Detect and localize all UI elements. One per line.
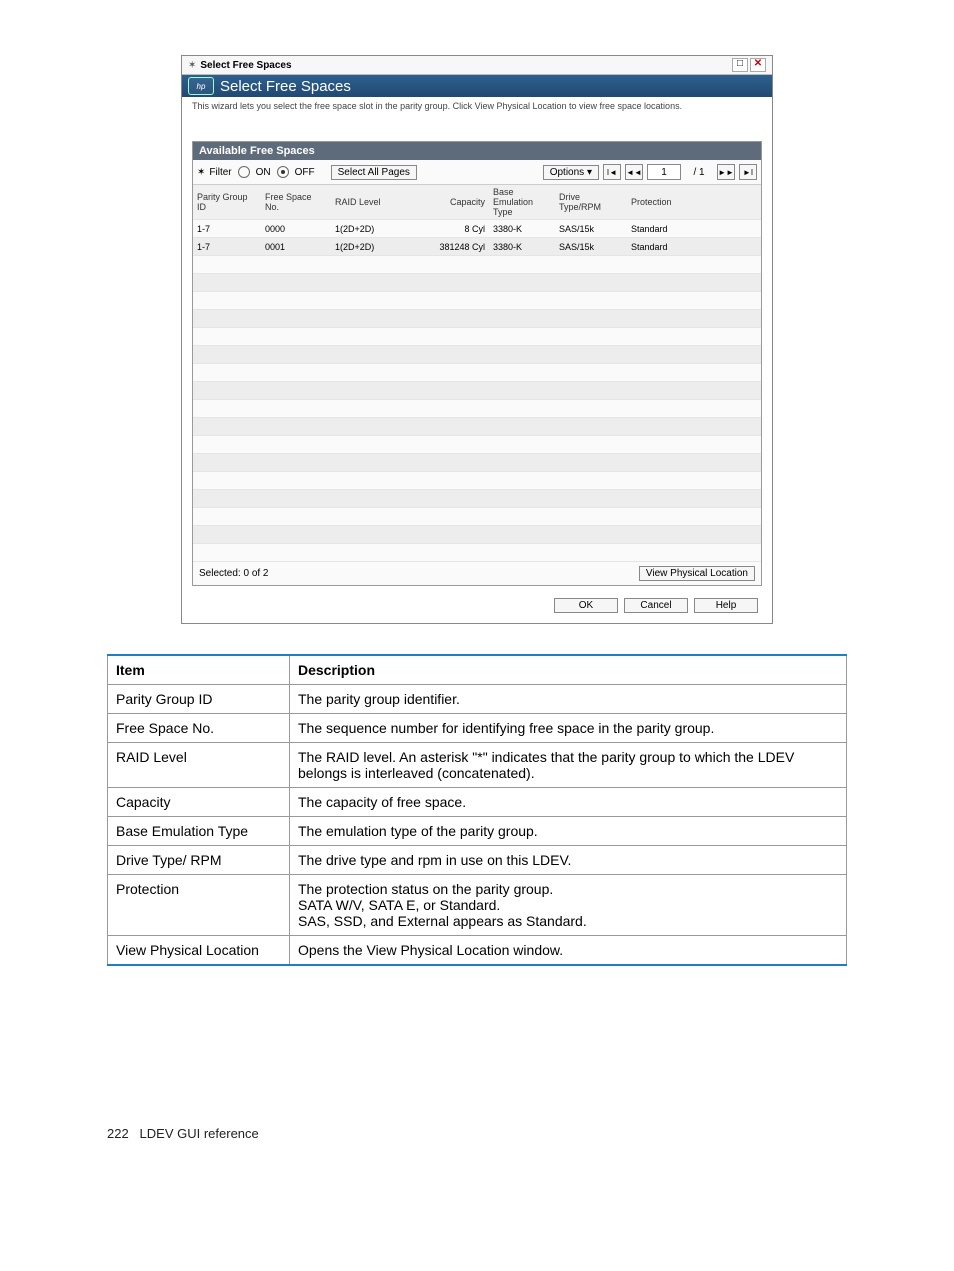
table-row[interactable] (193, 400, 761, 418)
last-page-button[interactable]: ►І (739, 164, 757, 180)
desc-item: Protection (108, 875, 290, 936)
table-row[interactable]: 1-700001(2D+2D)8 Cyl3380-KSAS/15kStandar… (193, 220, 761, 238)
desc-row: Drive Type/ RPMThe drive type and rpm in… (108, 846, 847, 875)
panel-footer: Selected: 0 of 2 View Physical Location (193, 562, 761, 585)
prev-page-button[interactable]: ◄◄ (625, 164, 643, 180)
table-row[interactable] (193, 346, 761, 364)
table-row[interactable]: 1-700011(2D+2D)381248 Cyl3380-KSAS/15kSt… (193, 238, 761, 256)
filter-label: Filter (209, 167, 231, 178)
column-header[interactable]: RAID Level (331, 195, 409, 209)
table-row[interactable] (193, 274, 761, 292)
table-row[interactable] (193, 256, 761, 274)
page-number: 222 (107, 1126, 129, 1141)
table-row[interactable] (193, 382, 761, 400)
table-row[interactable] (193, 490, 761, 508)
page-input[interactable]: 1 (647, 164, 681, 180)
column-header[interactable]: Free Space No. (261, 190, 331, 214)
filter-off-label: OFF (295, 167, 315, 178)
table-row[interactable] (193, 364, 761, 382)
description-table: Item Description Parity Group IDThe pari… (107, 654, 847, 966)
close-button[interactable]: ✕ (750, 58, 766, 72)
table-row[interactable] (193, 310, 761, 328)
window-title: Select Free Spaces (200, 60, 730, 71)
desc-text: The capacity of free space. (290, 788, 847, 817)
desc-row: Parity Group IDThe parity group identifi… (108, 685, 847, 714)
table-row[interactable] (193, 328, 761, 346)
column-header[interactable]: Base Emulation Type (489, 185, 555, 219)
select-all-pages-button[interactable]: Select All Pages (331, 165, 417, 180)
desc-row: Base Emulation TypeThe emulation type of… (108, 817, 847, 846)
desc-item: Parity Group ID (108, 685, 290, 714)
filter-on-label: ON (256, 167, 271, 178)
column-header[interactable]: Drive Type/RPM (555, 190, 627, 214)
column-header[interactable]: Parity Group ID (193, 190, 261, 214)
select-free-spaces-dialog: ✶ Select Free Spaces □ ✕ hp Select Free … (181, 55, 773, 624)
options-button[interactable]: Options ▾ (543, 165, 599, 180)
desc-text: The sequence number for identifying free… (290, 714, 847, 743)
dialog-header: hp Select Free Spaces (182, 75, 772, 97)
table-row[interactable] (193, 418, 761, 436)
desc-item: Free Space No. (108, 714, 290, 743)
desc-text: The parity group identifier. (290, 685, 847, 714)
desc-row: ProtectionThe protection status on the p… (108, 875, 847, 936)
desc-item: View Physical Location (108, 936, 290, 966)
desc-head-desc: Description (290, 655, 847, 685)
desc-item: RAID Level (108, 743, 290, 788)
desc-row: View Physical LocationOpens the View Phy… (108, 936, 847, 966)
free-spaces-grid: Parity Group IDFree Space No.RAID LevelC… (193, 185, 761, 562)
collapse-icon[interactable]: ✶ (188, 60, 196, 71)
desc-row: CapacityThe capacity of free space. (108, 788, 847, 817)
section-title: LDEV GUI reference (140, 1126, 259, 1141)
desc-text: The RAID level. An asterisk "*" indicate… (290, 743, 847, 788)
table-row[interactable] (193, 292, 761, 310)
column-header[interactable]: Protection (627, 195, 711, 209)
desc-head-item: Item (108, 655, 290, 685)
desc-text: The emulation type of the parity group. (290, 817, 847, 846)
ok-button[interactable]: OK (554, 598, 618, 613)
filter-on-radio[interactable] (238, 166, 250, 178)
desc-row: Free Space No.The sequence number for id… (108, 714, 847, 743)
available-free-spaces-panel: Available Free Spaces ✶ Filter ON OFF Se… (192, 141, 762, 586)
desc-text: Opens the View Physical Location window. (290, 936, 847, 966)
selection-count: Selected: 0 of 2 (199, 568, 269, 579)
hp-logo-icon: hp (188, 77, 214, 95)
dialog-header-title: Select Free Spaces (220, 78, 351, 95)
table-row[interactable] (193, 544, 761, 562)
filter-off-radio[interactable] (277, 166, 289, 178)
table-row[interactable] (193, 454, 761, 472)
table-row[interactable] (193, 472, 761, 490)
desc-item: Drive Type/ RPM (108, 846, 290, 875)
view-physical-location-button[interactable]: View Physical Location (639, 566, 755, 581)
page-total: / 1 (685, 167, 713, 178)
next-page-button[interactable]: ►► (717, 164, 735, 180)
table-row[interactable] (193, 508, 761, 526)
dialog-subtext: This wizard lets you select the free spa… (182, 97, 772, 141)
panel-toolbar: ✶ Filter ON OFF Select All Pages Options… (193, 160, 761, 185)
table-row[interactable] (193, 526, 761, 544)
maximize-button[interactable]: □ (732, 58, 748, 72)
collapse-icon[interactable]: ✶ (197, 167, 205, 178)
desc-item: Capacity (108, 788, 290, 817)
desc-row: RAID LevelThe RAID level. An asterisk "*… (108, 743, 847, 788)
column-header[interactable]: Capacity (409, 195, 489, 209)
panel-title: Available Free Spaces (193, 142, 761, 160)
first-page-button[interactable]: І◄ (603, 164, 621, 180)
cancel-button[interactable]: Cancel (624, 598, 688, 613)
table-row[interactable] (193, 436, 761, 454)
desc-text: The drive type and rpm in use on this LD… (290, 846, 847, 875)
desc-item: Base Emulation Type (108, 817, 290, 846)
desc-text: The protection status on the parity grou… (290, 875, 847, 936)
page-footer: 222 LDEV GUI reference (107, 1126, 847, 1141)
dialog-titlebar: ✶ Select Free Spaces □ ✕ (182, 56, 772, 75)
column-header[interactable] (711, 200, 761, 204)
help-button[interactable]: Help (694, 598, 758, 613)
dialog-buttons: OK Cancel Help (182, 592, 772, 623)
